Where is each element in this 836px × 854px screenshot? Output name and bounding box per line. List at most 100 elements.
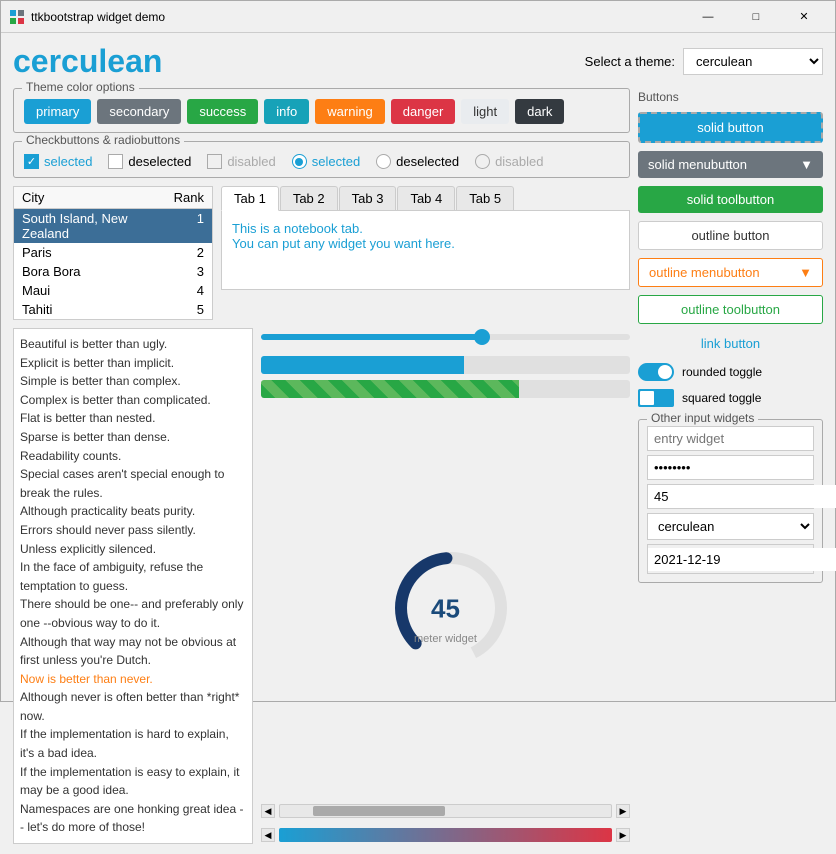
app-title: cerculean xyxy=(13,43,162,80)
notebook-line2: You can put any widget you want here. xyxy=(232,236,619,251)
text-line-highlight: Now is better than never. xyxy=(20,670,246,689)
password-widget[interactable] xyxy=(647,455,814,480)
tab-1[interactable]: Tab 1 xyxy=(221,186,279,211)
tab-2[interactable]: Tab 2 xyxy=(280,186,338,210)
text-line: Although never is often better than *rig… xyxy=(20,688,246,725)
text-line: Errors should never pass silently. xyxy=(20,521,246,540)
outline-menubutton[interactable]: outline menubutton ▼ xyxy=(638,258,823,287)
middle-row: City Rank South Island, New Zealand 1 Pa… xyxy=(13,186,630,320)
list-item[interactable]: Paris 2 xyxy=(14,243,212,262)
text-line: Special cases aren't special enough to b… xyxy=(20,465,246,502)
text-line: Simple is better than complex. xyxy=(20,372,246,391)
scroll-right-arrow[interactable]: ▶ xyxy=(616,804,630,818)
tab-5[interactable]: Tab 5 xyxy=(456,186,514,210)
date-input[interactable] xyxy=(648,548,836,571)
meter-value: 45 xyxy=(386,594,506,625)
tab-3[interactable]: Tab 3 xyxy=(339,186,397,210)
slider-thumb[interactable] xyxy=(474,329,490,345)
checkbox-selected[interactable]: ✓ xyxy=(24,154,39,169)
outline-menubutton-label: outline menubutton xyxy=(649,265,760,280)
radio-selected: selected xyxy=(292,154,360,169)
squared-toggle-thumb xyxy=(640,391,654,405)
list-item[interactable]: South Island, New Zealand 1 xyxy=(14,209,212,243)
radio-selected-inner xyxy=(295,158,303,166)
list-city-1: South Island, New Zealand xyxy=(22,211,164,241)
color-options-fieldset: Theme color options primary secondary su… xyxy=(13,88,630,133)
light-button[interactable]: light xyxy=(461,99,509,124)
hscrollbar[interactable] xyxy=(279,804,612,818)
content-area: Theme color options primary secondary su… xyxy=(13,88,823,844)
text-line: Complex is better than complicated. xyxy=(20,391,246,410)
tab-4[interactable]: Tab 4 xyxy=(397,186,455,210)
outline-toolbutton[interactable]: outline toolbutton xyxy=(638,295,823,324)
list-header-city: City xyxy=(22,190,164,205)
main-content: cerculean Select a theme: cerculean cosm… xyxy=(1,33,835,854)
link-button[interactable]: link button xyxy=(638,332,823,355)
secondary-button[interactable]: secondary xyxy=(97,99,181,124)
color-scroll-left[interactable]: ◀ xyxy=(261,828,275,842)
list-item[interactable]: Maui 4 xyxy=(14,281,212,300)
listbox[interactable]: City Rank South Island, New Zealand 1 Pa… xyxy=(13,186,213,320)
spinbox-input[interactable] xyxy=(648,485,836,508)
date-widget: 📅 xyxy=(647,544,814,574)
rounded-toggle-row: rounded toggle xyxy=(638,363,823,381)
success-button[interactable]: success xyxy=(187,99,258,124)
check-selected: ✓ selected xyxy=(24,154,92,169)
info-button[interactable]: info xyxy=(264,99,309,124)
checkbox-deselected[interactable] xyxy=(108,154,123,169)
rounded-toggle[interactable] xyxy=(638,363,674,381)
radio-selected-label: selected xyxy=(312,154,360,169)
bottom-row: Beautiful is better than ugly. Explicit … xyxy=(13,328,630,844)
solid-toolbutton[interactable]: solid toolbutton xyxy=(638,186,823,213)
list-header-rank: Rank xyxy=(164,190,204,205)
list-rank-5: 5 xyxy=(164,302,204,317)
progress-bar-2 xyxy=(261,380,630,398)
minimize-button[interactable]: ― xyxy=(685,2,731,32)
warning-button[interactable]: warning xyxy=(315,99,385,124)
radio-disabled-label: disabled xyxy=(495,154,543,169)
entry-widget[interactable] xyxy=(647,426,814,451)
notebook-content: This is a notebook tab. You can put any … xyxy=(221,210,630,290)
check-disabled: disabled xyxy=(207,154,275,169)
color-scroll-right[interactable]: ▶ xyxy=(616,828,630,842)
hscroll-thumb xyxy=(313,806,445,816)
radio-deselected-circle[interactable] xyxy=(376,154,391,169)
checkbox-disabled xyxy=(207,154,222,169)
radio-selected-circle[interactable] xyxy=(292,154,307,169)
radio-disabled: disabled xyxy=(475,154,543,169)
list-city-3: Bora Bora xyxy=(22,264,164,279)
check-selected-label: selected xyxy=(44,154,92,169)
solid-button[interactable]: solid button xyxy=(638,112,823,143)
list-header: City Rank xyxy=(14,187,212,209)
theme-label: Select a theme: xyxy=(585,54,675,69)
notebook-tabs: Tab 1 Tab 2 Tab 3 Tab 4 Tab 5 xyxy=(221,186,630,210)
theme-select[interactable]: cerculean cosmo flatly journal litera lu… xyxy=(683,48,823,75)
list-item[interactable]: Tahiti 5 xyxy=(14,300,212,319)
maximize-button[interactable]: □ xyxy=(733,2,779,32)
outline-button[interactable]: outline button xyxy=(638,221,823,250)
scroll-left-arrow[interactable]: ◀ xyxy=(261,804,275,818)
window-controls: ― □ ✕ xyxy=(685,2,827,32)
slider-track xyxy=(261,334,630,340)
squared-toggle[interactable] xyxy=(638,389,674,407)
right-panel: Buttons solid button solid menubutton ▼ … xyxy=(638,88,823,844)
menubutton-arrow-icon: ▼ xyxy=(800,157,813,172)
rounded-toggle-label: rounded toggle xyxy=(682,365,762,379)
dark-button[interactable]: dark xyxy=(515,99,564,124)
app-icon xyxy=(9,9,25,25)
solid-menubutton[interactable]: solid menubutton ▼ xyxy=(638,151,823,178)
text-line: Flat is better than nested. xyxy=(20,409,246,428)
close-button[interactable]: ✕ xyxy=(781,2,827,32)
list-city-2: Paris xyxy=(22,245,164,260)
list-item[interactable]: Bora Bora 3 xyxy=(14,262,212,281)
danger-button[interactable]: danger xyxy=(391,99,455,124)
text-area[interactable]: Beautiful is better than ugly. Explicit … xyxy=(13,328,253,844)
list-rank-4: 4 xyxy=(164,283,204,298)
meter-label: meter widget xyxy=(386,633,506,645)
check-deselected-label: deselected xyxy=(128,154,191,169)
text-line: Namespaces are one honking great idea --… xyxy=(20,800,246,837)
text-line: Sparse is better than dense. xyxy=(20,428,246,447)
primary-button[interactable]: primary xyxy=(24,99,91,124)
combobox-widget[interactable]: cerculean cosmo flatly xyxy=(647,513,814,540)
color-scale xyxy=(279,828,612,842)
